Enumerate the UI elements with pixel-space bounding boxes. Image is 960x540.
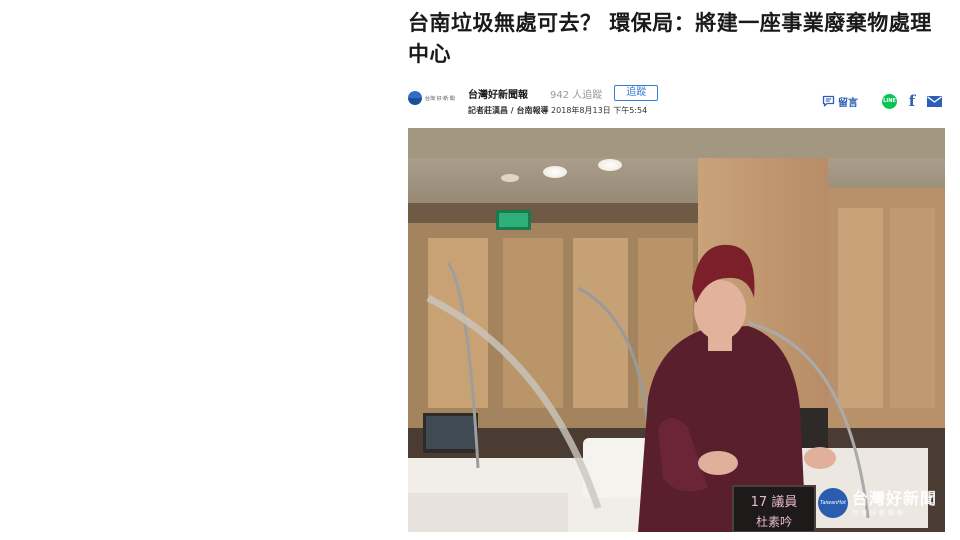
byline-datetime: 2018年8月13日 下午5:54 bbox=[551, 106, 648, 115]
nameplate-line1: 17 議員 bbox=[751, 495, 798, 510]
watermark-text: 台灣好新聞 bbox=[851, 488, 937, 508]
comment-icon bbox=[822, 95, 835, 107]
line-share-icon[interactable]: LINE bbox=[882, 93, 897, 109]
source-logo-text: 台灣‧好‧新‧聞 bbox=[425, 95, 455, 102]
article-headline: 台南垃圾無處可去？ 環保局：將建一座事業廢棄物處理中心 bbox=[408, 11, 932, 66]
comment-button[interactable]: 留言 bbox=[822, 94, 858, 109]
article-photo: 17 議員 杜素吟 TaiwanHot 台灣好新聞 台灣好新聞報 bbox=[408, 128, 945, 532]
source-name[interactable]: 台灣好新聞報 bbox=[468, 86, 528, 101]
watermark-subtext: 台灣好新聞報 bbox=[851, 509, 906, 517]
article-meta: 台灣‧好‧新‧聞 台灣好新聞報 942 人追蹤 追蹤 記者莊漢昌 / 台南報導 … bbox=[408, 84, 948, 116]
watermark-logo-icon: TaiwanHot bbox=[817, 488, 848, 518]
nameplate-line2: 杜素吟 bbox=[756, 514, 792, 529]
comment-label: 留言 bbox=[838, 97, 858, 109]
facebook-share-icon[interactable]: f bbox=[907, 92, 917, 110]
follow-button[interactable]: 追蹤 bbox=[614, 85, 659, 101]
share-bar: 留言 LINE f bbox=[822, 92, 942, 110]
byline: 記者莊漢昌 / 台南報導 2018年8月13日 下午5:54 bbox=[468, 105, 647, 116]
email-share-icon[interactable] bbox=[927, 95, 942, 107]
byline-reporter: 記者莊漢昌 / 台南報導 bbox=[468, 106, 549, 115]
source-logo[interactable]: 台灣‧好‧新‧聞 bbox=[408, 90, 464, 106]
source-line: 台灣好新聞報 942 人追蹤 追蹤 bbox=[468, 85, 659, 101]
photo-watermark: TaiwanHot 台灣好新聞 台灣好新聞報 bbox=[817, 488, 937, 518]
follow-count: 942 人追蹤 bbox=[550, 89, 603, 101]
source-logo-icon bbox=[408, 91, 422, 105]
